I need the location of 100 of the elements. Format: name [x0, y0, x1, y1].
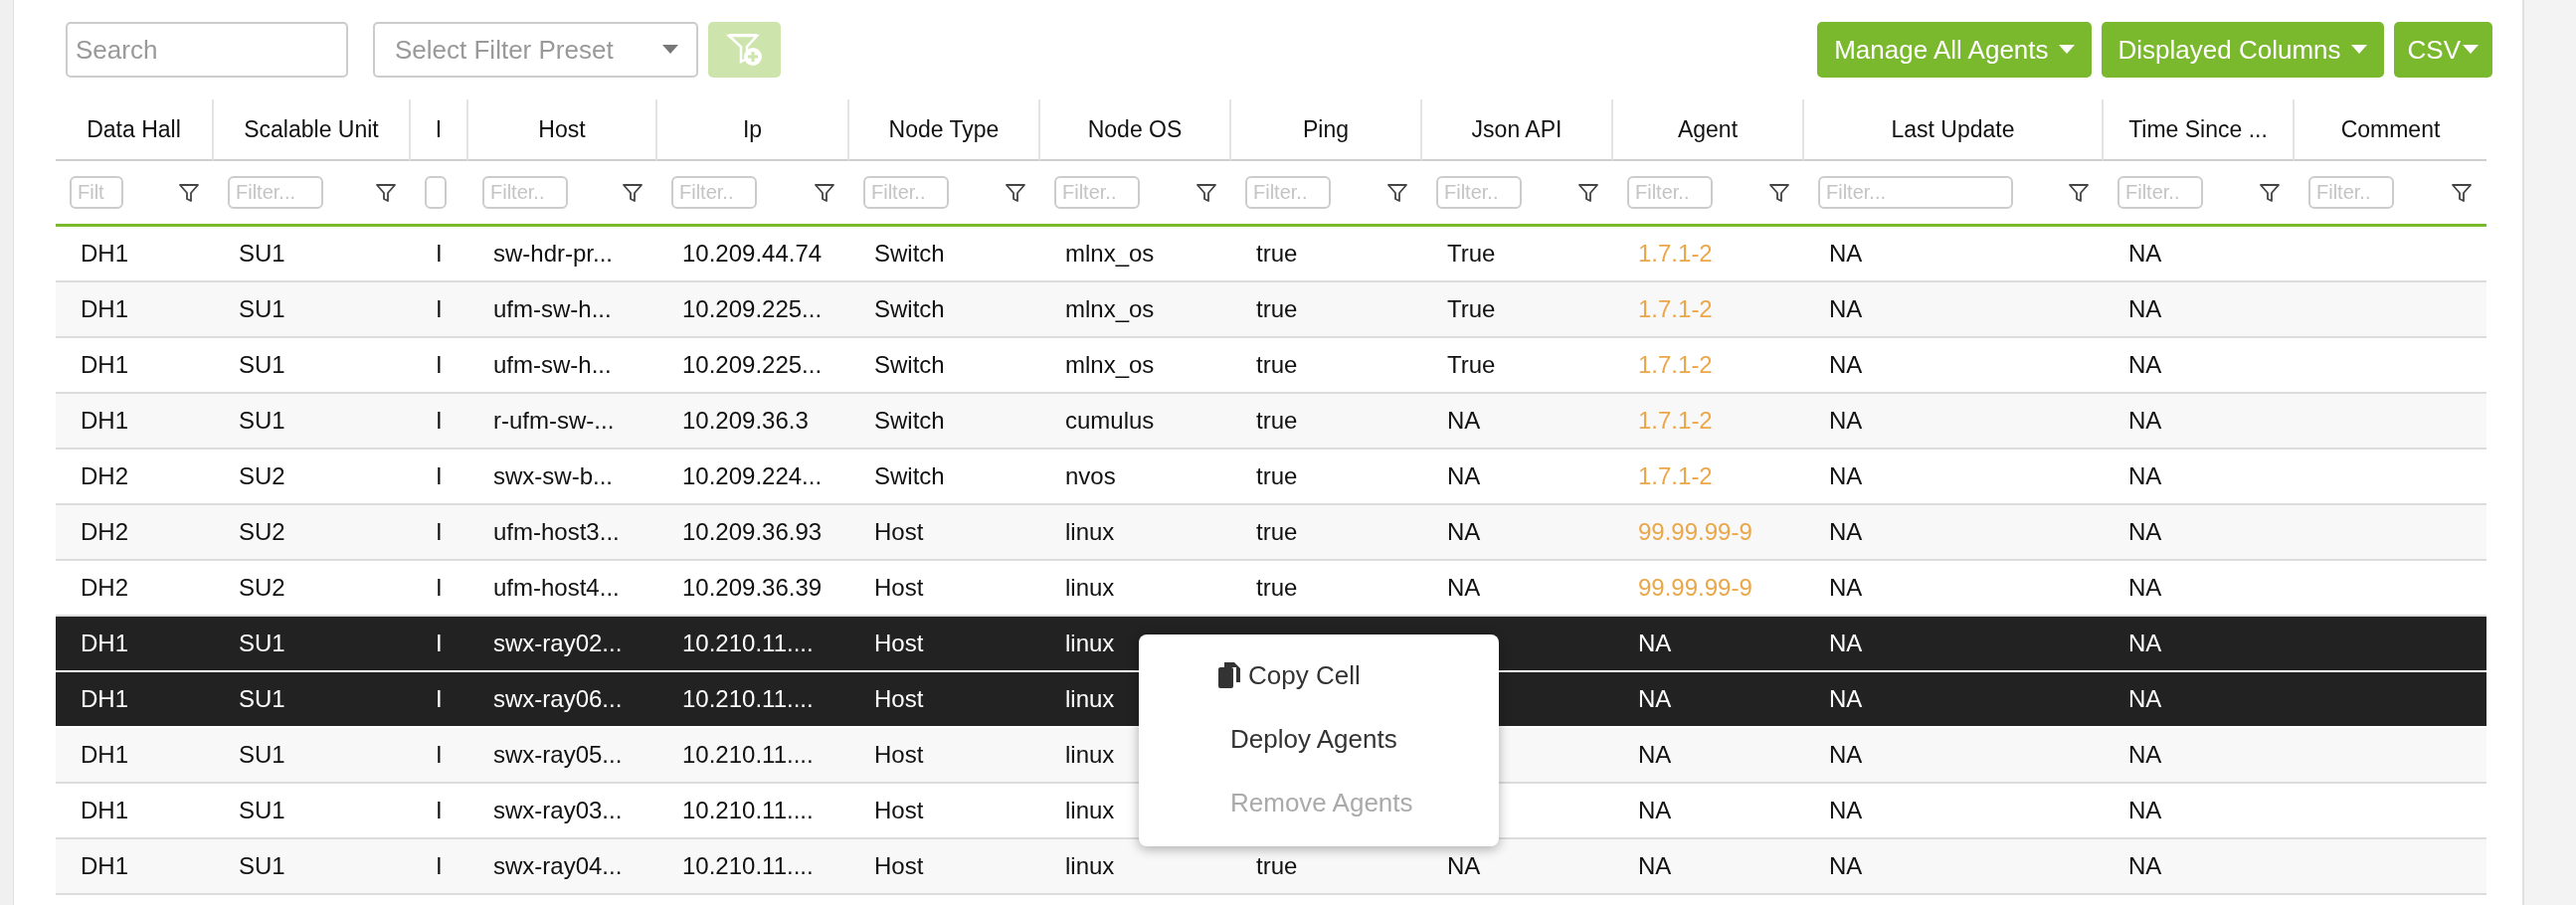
filter-icon	[2259, 181, 2281, 204]
search-field[interactable]: Search	[66, 22, 348, 78]
table-cell: swx-sw-b...	[493, 462, 613, 490]
table-cell: NA	[1638, 630, 1672, 657]
caret-icon	[2350, 45, 2367, 55]
table-cell: ufm-sw-h...	[493, 351, 612, 379]
table-cell: 10.209.224...	[682, 462, 823, 490]
table-cell: true	[1256, 574, 1298, 602]
table-cell: NA	[2128, 518, 2162, 546]
table-cell: SU1	[239, 630, 285, 657]
filter-field[interactable]: Filter..	[1054, 176, 1140, 209]
table-cell: DH1	[81, 685, 128, 713]
table-cell: Host	[874, 630, 924, 657]
column-header[interactable]: Time Since ...	[2104, 99, 2295, 161]
filter-icon	[2068, 181, 2090, 204]
column-header[interactable]: Json API	[1422, 99, 1613, 161]
column-header[interactable]: Host	[468, 99, 657, 161]
table-cell: NA	[1829, 518, 1863, 546]
filter-icon	[375, 181, 397, 204]
table-cell: NA	[1447, 407, 1481, 435]
table-cell: Host	[874, 797, 924, 824]
filter-field[interactable]: Filter..	[1245, 176, 1331, 209]
filter-field[interactable]: Filter...	[228, 176, 323, 209]
table-cell: 10.210.11....	[682, 741, 814, 769]
menu-item[interactable]: Deploy Agents	[1141, 707, 1497, 771]
table-cell: NA	[1447, 852, 1481, 880]
column-header[interactable]: I	[411, 99, 468, 161]
filter-icon	[2451, 181, 2473, 204]
column-header[interactable]: Ip	[657, 99, 849, 161]
table-cell: NA	[1829, 630, 1863, 657]
column-header[interactable]: Comment	[2295, 99, 2486, 161]
table-cell: 99.99.99-9	[1638, 574, 1752, 602]
filter-field[interactable]: Filter..	[2308, 176, 2394, 209]
filter-icon	[1577, 181, 1599, 204]
column-header[interactable]: Scalable Unit	[214, 99, 411, 161]
table-cell: linux	[1065, 518, 1115, 546]
filter-field[interactable]: Filter..	[1627, 176, 1713, 209]
table-cell: DH1	[81, 741, 128, 769]
column-header[interactable]: Node Type	[849, 99, 1040, 161]
table-cell: true	[1256, 462, 1298, 490]
table-cell: NA	[1829, 407, 1863, 435]
filter-field[interactable]: Filter..	[863, 176, 949, 209]
filter-field[interactable]: Filter..	[482, 176, 568, 209]
column-header[interactable]: Last Update	[1804, 99, 2104, 161]
table-cell: NA	[1638, 797, 1672, 824]
table-cell: SU2	[239, 518, 285, 546]
table-row[interactable]: DH2 SU2 I ufm-host3... 10.209.36.93 Host linux true NA 99.99.99-9 NA NA	[56, 505, 2486, 561]
table-cell: Switch	[874, 295, 945, 323]
table-row[interactable]: DH1 SU1 I r-ufm-sw-... 10.209.36.3 Switch cumulus true NA 1.7.1-2 NA NA	[56, 394, 2486, 450]
table-cell: NA	[2128, 797, 2162, 824]
table-cell: Host	[874, 685, 924, 713]
filter-field[interactable]: Filter..	[2117, 176, 2203, 209]
table-cell: 1.7.1-2	[1638, 295, 1713, 323]
table-cell: mlnx_os	[1065, 295, 1155, 323]
caret-icon	[662, 45, 678, 55]
table-cell: true	[1256, 240, 1298, 268]
column-header[interactable]: Data Hall	[56, 99, 214, 161]
table-cell: DH1	[81, 797, 128, 824]
filter-field[interactable]	[425, 176, 447, 209]
filter-icon	[178, 181, 200, 204]
table-cell: ufm-host3...	[493, 518, 620, 546]
table-cell: NA	[1829, 797, 1863, 824]
table-cell: DH1	[81, 295, 128, 323]
table-cell: swx-ray05...	[493, 741, 623, 769]
table-cell: SU1	[239, 797, 285, 824]
filter-field[interactable]: Filter..	[1436, 176, 1522, 209]
filter-icon	[1196, 181, 1217, 204]
filter-field[interactable]: Filter..	[671, 176, 757, 209]
table-cell: NA	[2128, 462, 2162, 490]
caret-icon	[2058, 45, 2075, 55]
table-cell: true	[1256, 351, 1298, 379]
table-cell: NA	[1447, 518, 1481, 546]
filter-icon	[1386, 181, 1408, 204]
table-cell: swx-ray04...	[493, 852, 623, 880]
table-cell: I	[436, 685, 443, 713]
table-cell: ufm-host4...	[493, 574, 620, 602]
table-cell: I	[436, 741, 443, 769]
column-header[interactable]: Node OS	[1040, 99, 1231, 161]
table-cell: 10.209.36.93	[682, 518, 823, 546]
table-cell: NA	[1638, 741, 1672, 769]
table-cell: true	[1256, 518, 1298, 546]
table-cell: NA	[1638, 852, 1672, 880]
table-cell: NA	[1829, 852, 1863, 880]
filter-field[interactable]: Filter...	[1818, 176, 2013, 209]
column-header[interactable]: Agent	[1613, 99, 1804, 161]
filter-field[interactable]: Filt	[70, 176, 123, 209]
table-cell: NA	[1829, 240, 1863, 268]
table-cell: SU1	[239, 351, 285, 379]
table-cell: DH1	[81, 630, 128, 657]
table-cell: 99.99.99-9	[1638, 518, 1752, 546]
column-header[interactable]: Ping	[1231, 99, 1422, 161]
table-cell: SU1	[239, 295, 285, 323]
table-cell: NA	[1829, 685, 1863, 713]
filter-icon	[1768, 181, 1790, 204]
table-cell: I	[436, 574, 443, 602]
table-row[interactable]: DH1 SU1 I ufm-sw-h... 10.209.225... Switch mlnx_os true True 1.7.1-2 NA NA	[56, 282, 2486, 338]
table-cell: 10.209.36.39	[682, 574, 823, 602]
table-row[interactable]: DH1 SU1 I swx-ray04... 10.210.11.... Host linux true NA NA NA NA	[56, 839, 2486, 895]
table-cell: Host	[874, 852, 924, 880]
table-cell: cumulus	[1065, 407, 1155, 435]
